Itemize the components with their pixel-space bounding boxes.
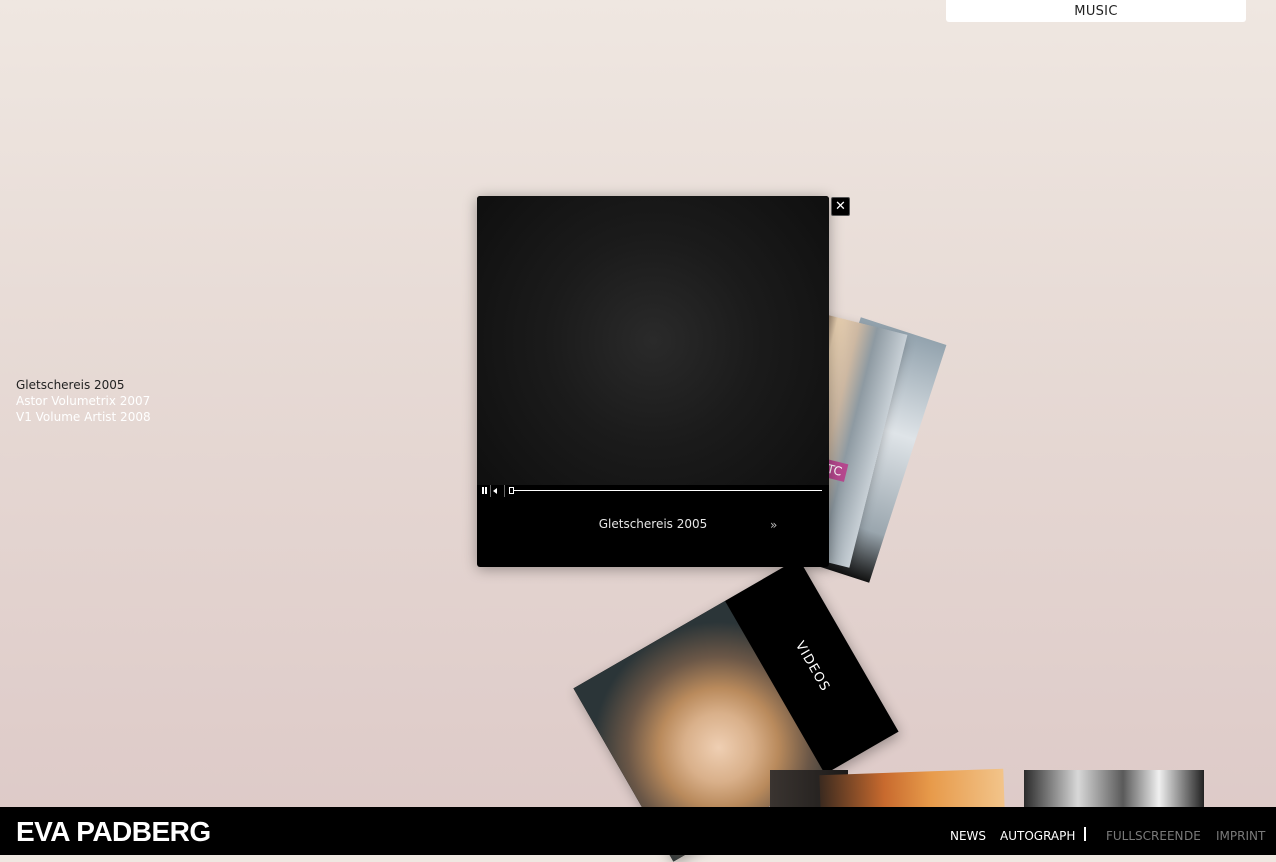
video-screen[interactable] — [477, 196, 829, 485]
close-icon[interactable]: ✕ — [831, 197, 850, 216]
control-divider — [490, 485, 491, 497]
video-list-item-gletschereis[interactable]: Gletschereis 2005 — [16, 377, 151, 393]
music-tab[interactable]: MUSIC — [946, 0, 1246, 22]
video-player: Gletschereis 2005 » — [477, 196, 829, 567]
next-icon[interactable]: » — [770, 518, 784, 532]
nav-imprint[interactable]: IMPRINT — [1216, 829, 1265, 843]
nav-divider — [1084, 827, 1086, 841]
pause-icon[interactable] — [481, 486, 489, 496]
photo-card-bottom-3[interactable] — [1024, 770, 1204, 810]
video-list-item-astor[interactable]: Astor Volumetrix 2007 — [16, 393, 151, 409]
nav-fullscreen[interactable]: FULLSCREEN — [1106, 829, 1184, 843]
footer-bar: EVA PADBERG NEWS AUTOGRAPH FULLSCREEN DE… — [0, 807, 1276, 855]
nav-autograph[interactable]: AUTOGRAPH — [1000, 829, 1075, 843]
video-list: Gletschereis 2005 Astor Volumetrix 2007 … — [16, 377, 151, 425]
nav-language[interactable]: DE — [1184, 829, 1201, 843]
player-controls — [477, 485, 829, 497]
seek-handle[interactable] — [509, 487, 514, 494]
seek-bar[interactable] — [511, 490, 822, 491]
control-divider — [504, 485, 505, 497]
nav-news[interactable]: NEWS — [950, 829, 986, 843]
volume-icon[interactable] — [492, 486, 500, 496]
site-logo[interactable]: EVA PADBERG — [16, 816, 211, 848]
video-list-item-v1[interactable]: V1 Volume Artist 2008 — [16, 409, 151, 425]
